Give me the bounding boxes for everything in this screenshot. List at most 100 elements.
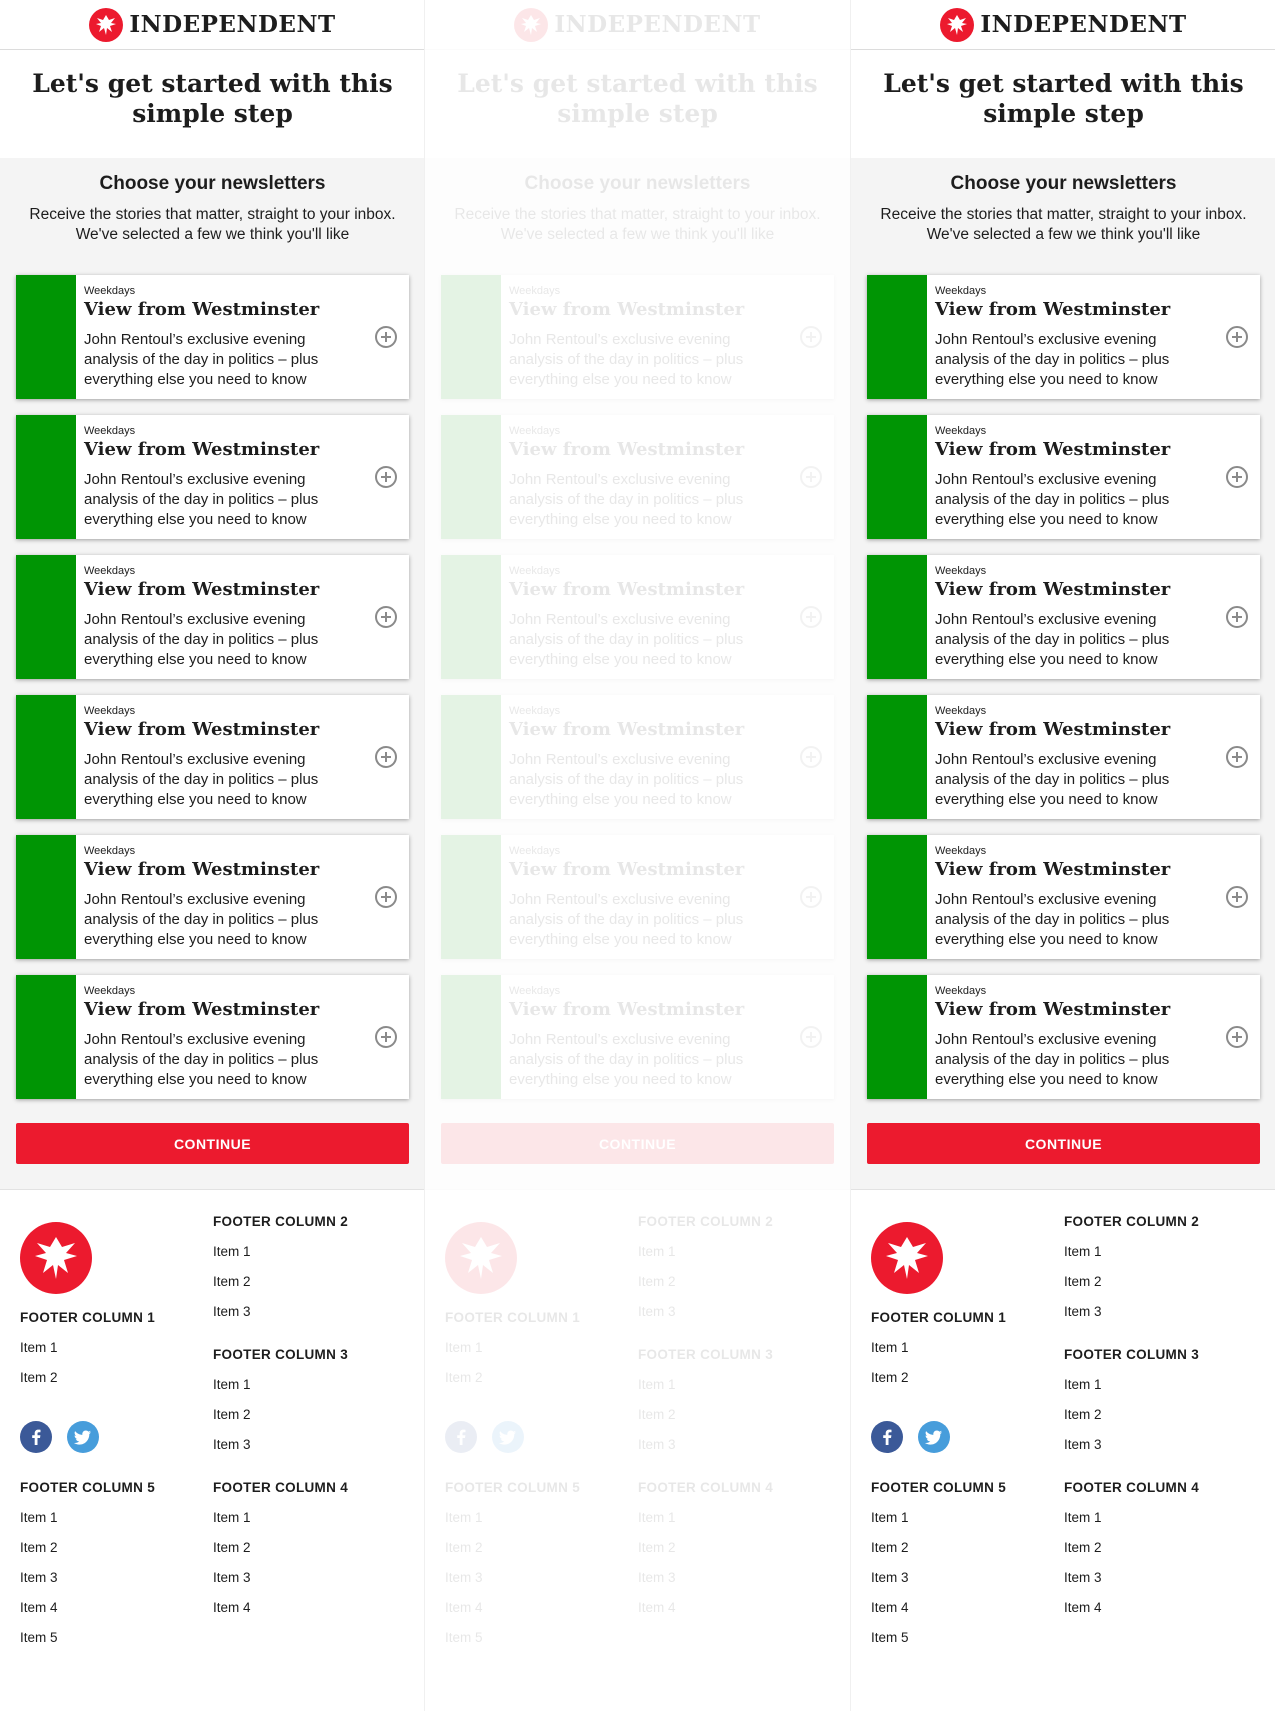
plus-circle-icon[interactable] <box>1226 746 1248 768</box>
footer-link[interactable]: Item 2 <box>638 1274 773 1304</box>
footer-link[interactable]: Item 4 <box>871 1600 1006 1630</box>
footer-link[interactable]: Item 1 <box>1064 1244 1199 1274</box>
footer-link[interactable]: Item 3 <box>20 1570 155 1600</box>
twitter-icon[interactable] <box>918 1421 950 1453</box>
plus-circle-icon[interactable] <box>1226 606 1248 628</box>
footer-link[interactable]: Item 3 <box>1064 1570 1199 1600</box>
footer-link[interactable]: Item 1 <box>445 1510 580 1540</box>
footer-link[interactable]: Item 2 <box>213 1407 348 1437</box>
eagle-logo-icon[interactable] <box>940 7 975 42</box>
newsletter-card[interactable]: Weekdays View from Westminster John Rentou… <box>441 975 834 1099</box>
brand-wordmark[interactable]: INDEPENDENT <box>129 11 335 38</box>
newsletter-card[interactable]: Weekdays View from Westminster John Rentou… <box>867 555 1260 679</box>
footer-link[interactable]: Item 3 <box>1064 1437 1199 1467</box>
newsletter-card[interactable]: Weekdays View from Westminster John Rentou… <box>441 835 834 959</box>
newsletter-card[interactable]: Weekdays View from Westminster John Rentou… <box>16 555 409 679</box>
twitter-icon[interactable] <box>67 1421 99 1453</box>
footer-link[interactable]: Item 1 <box>213 1244 348 1274</box>
footer-link[interactable]: Item 2 <box>445 1540 580 1570</box>
eagle-logo-icon[interactable] <box>514 7 549 42</box>
plus-circle-icon[interactable] <box>375 1026 397 1048</box>
plus-circle-icon[interactable] <box>800 746 822 768</box>
footer-link[interactable]: Item 4 <box>638 1600 773 1630</box>
plus-circle-icon[interactable] <box>800 886 822 908</box>
footer-link[interactable]: Item 3 <box>638 1304 773 1334</box>
footer-link[interactable]: Item 2 <box>1064 1274 1199 1304</box>
footer-link[interactable]: Item 2 <box>445 1370 580 1400</box>
plus-circle-icon[interactable] <box>375 746 397 768</box>
footer-link[interactable]: Item 1 <box>20 1340 155 1370</box>
footer-link[interactable]: Item 1 <box>1064 1377 1199 1407</box>
footer-link[interactable]: Item 2 <box>20 1540 155 1570</box>
footer-link[interactable]: Item 3 <box>638 1570 773 1600</box>
plus-circle-icon[interactable] <box>1226 466 1248 488</box>
footer-link[interactable]: Item 4 <box>20 1600 155 1630</box>
footer-eagle-logo-icon[interactable] <box>20 1222 92 1294</box>
plus-circle-icon[interactable] <box>1226 1026 1248 1048</box>
footer-link[interactable]: Item 2 <box>871 1370 1006 1400</box>
eagle-logo-icon[interactable] <box>89 7 124 42</box>
footer-link[interactable]: Item 4 <box>445 1600 580 1630</box>
plus-circle-icon[interactable] <box>800 1026 822 1048</box>
plus-circle-icon[interactable] <box>1226 326 1248 348</box>
newsletter-card[interactable]: Weekdays View from Westminster John Rentou… <box>867 975 1260 1099</box>
newsletter-card[interactable]: Weekdays View from Westminster John Rentou… <box>867 835 1260 959</box>
newsletter-card[interactable]: Weekdays View from Westminster John Rentou… <box>16 835 409 959</box>
footer-link[interactable]: Item 1 <box>638 1377 773 1407</box>
footer-link[interactable]: Item 4 <box>213 1600 348 1630</box>
footer-link[interactable]: Item 3 <box>638 1437 773 1467</box>
newsletter-card[interactable]: Weekdays View from Westminster John Rentou… <box>16 975 409 1099</box>
plus-circle-icon[interactable] <box>800 466 822 488</box>
footer-link[interactable]: Item 2 <box>213 1274 348 1304</box>
footer-link[interactable]: Item 2 <box>1064 1540 1199 1570</box>
footer-link[interactable]: Item 2 <box>213 1540 348 1570</box>
footer-link[interactable]: Item 2 <box>638 1540 773 1570</box>
twitter-icon[interactable] <box>492 1421 524 1453</box>
footer-eagle-logo-icon[interactable] <box>871 1222 943 1294</box>
newsletter-card[interactable]: Weekdays View from Westminster John Rentou… <box>867 415 1260 539</box>
newsletter-card[interactable]: Weekdays View from Westminster John Rentou… <box>16 415 409 539</box>
newsletter-card[interactable]: Weekdays View from Westminster John Rentou… <box>441 275 834 399</box>
plus-circle-icon[interactable] <box>375 326 397 348</box>
continue-button[interactable]: CONTINUE <box>867 1123 1260 1164</box>
footer-link[interactable]: Item 1 <box>213 1377 348 1407</box>
brand-wordmark[interactable]: INDEPENDENT <box>980 11 1186 38</box>
newsletter-card[interactable]: Weekdays View from Westminster John Rentou… <box>867 695 1260 819</box>
footer-link[interactable]: Item 3 <box>871 1570 1006 1600</box>
footer-link[interactable]: Item 3 <box>213 1304 348 1334</box>
footer-link[interactable]: Item 5 <box>20 1630 155 1660</box>
footer-link[interactable]: Item 4 <box>1064 1600 1199 1630</box>
footer-link[interactable]: Item 1 <box>445 1340 580 1370</box>
footer-link[interactable]: Item 1 <box>1064 1510 1199 1540</box>
footer-link[interactable]: Item 1 <box>871 1510 1006 1540</box>
continue-button[interactable]: CONTINUE <box>441 1123 834 1164</box>
footer-link[interactable]: Item 1 <box>638 1510 773 1540</box>
footer-link[interactable]: Item 5 <box>445 1630 580 1660</box>
newsletter-card[interactable]: Weekdays View from Westminster John Rentou… <box>441 555 834 679</box>
plus-circle-icon[interactable] <box>800 606 822 628</box>
continue-button[interactable]: CONTINUE <box>16 1123 409 1164</box>
newsletter-card[interactable]: Weekdays View from Westminster John Rentou… <box>867 275 1260 399</box>
footer-link[interactable]: Item 1 <box>213 1510 348 1540</box>
footer-link[interactable]: Item 3 <box>213 1570 348 1600</box>
footer-link[interactable]: Item 3 <box>1064 1304 1199 1334</box>
newsletter-card[interactable]: Weekdays View from Westminster John Rentou… <box>441 415 834 539</box>
footer-link[interactable]: Item 3 <box>445 1570 580 1600</box>
newsletter-card[interactable]: Weekdays View from Westminster John Rentou… <box>441 695 834 819</box>
newsletter-card[interactable]: Weekdays View from Westminster John Rentou… <box>16 275 409 399</box>
plus-circle-icon[interactable] <box>1226 886 1248 908</box>
plus-circle-icon[interactable] <box>375 886 397 908</box>
footer-eagle-logo-icon[interactable] <box>445 1222 517 1294</box>
footer-link[interactable]: Item 5 <box>871 1630 1006 1660</box>
facebook-icon[interactable] <box>445 1421 477 1453</box>
plus-circle-icon[interactable] <box>800 326 822 348</box>
plus-circle-icon[interactable] <box>375 466 397 488</box>
brand-wordmark[interactable]: INDEPENDENT <box>554 11 760 38</box>
footer-link[interactable]: Item 2 <box>1064 1407 1199 1437</box>
footer-link[interactable]: Item 2 <box>20 1370 155 1400</box>
facebook-icon[interactable] <box>871 1421 903 1453</box>
footer-link[interactable]: Item 1 <box>638 1244 773 1274</box>
facebook-icon[interactable] <box>20 1421 52 1453</box>
newsletter-card[interactable]: Weekdays View from Westminster John Rentou… <box>16 695 409 819</box>
footer-link[interactable]: Item 1 <box>20 1510 155 1540</box>
